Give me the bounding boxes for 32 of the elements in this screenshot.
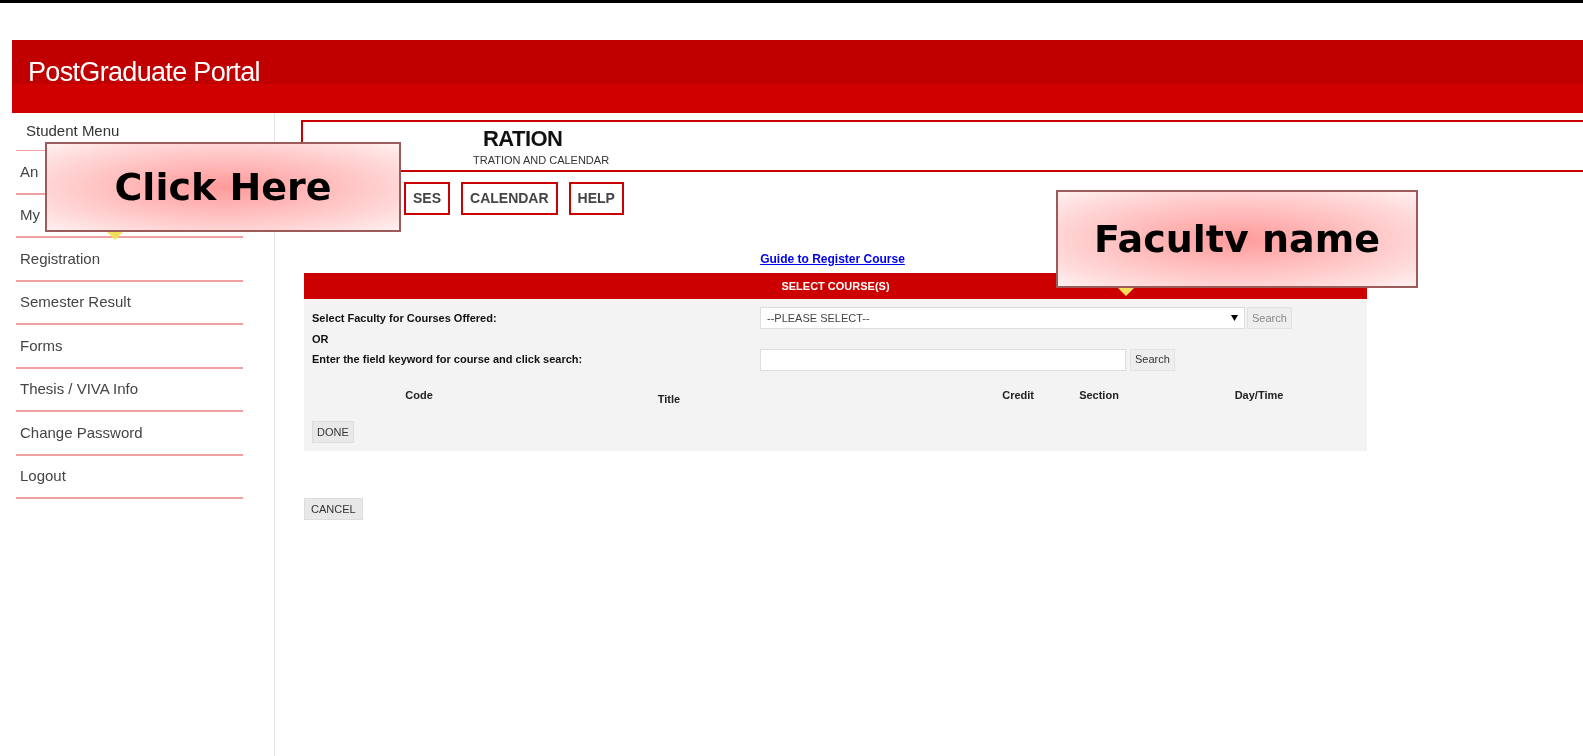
column-header: Code (405, 388, 433, 401)
dropdown-caret-icon (1231, 315, 1238, 321)
tab-button[interactable]: HELP (568, 182, 624, 215)
column-header: Credit (1002, 388, 1034, 401)
sidebar-item[interactable]: An (20, 160, 39, 183)
done-button[interactable]: DONE (312, 421, 354, 443)
tab-button[interactable]: SES (404, 182, 450, 215)
page-subtitle: TRATION AND CALENDAR (473, 153, 611, 168)
faculty-label: Select Faculty for Courses Offered: (312, 310, 498, 326)
tooltip-pointer-icon (107, 232, 123, 240)
sidebar-item[interactable]: My (20, 204, 40, 227)
search-button[interactable]: Search (1130, 348, 1175, 371)
column-header: Section (1079, 388, 1119, 401)
sidebar-item[interactable]: Semester Result (20, 291, 131, 314)
column-header: Title (657, 392, 681, 405)
sidebar-item[interactable]: Change Password (20, 421, 143, 444)
sidebar-item[interactable]: Thesis / VIVA Info (20, 378, 139, 401)
page-title: RATION (483, 126, 564, 152)
sidebar-heading: Student Menu (26, 122, 120, 139)
column-header: Day/Time (1234, 388, 1284, 401)
cancel-button[interactable]: CANCEL (304, 498, 363, 520)
keyword-label: Enter the field keyword for course and click search: (312, 352, 584, 368)
or-label: OR (311, 332, 330, 347)
sidebar-item[interactable]: Forms (20, 334, 63, 357)
sidebar-item[interactable]: Logout (20, 465, 66, 488)
keyword-field[interactable] (760, 348, 1126, 371)
tab-button[interactable]: CALENDAR (461, 182, 558, 215)
tooltip-pointer-icon (1118, 288, 1134, 296)
sidebar-item[interactable]: Registration (20, 247, 101, 270)
faculty-select[interactable]: --PLEASE SELECT-- (760, 307, 1245, 329)
guide-link[interactable]: Guide to Register Course (760, 250, 905, 268)
portal-title: PostGraduate Portal (28, 56, 260, 89)
